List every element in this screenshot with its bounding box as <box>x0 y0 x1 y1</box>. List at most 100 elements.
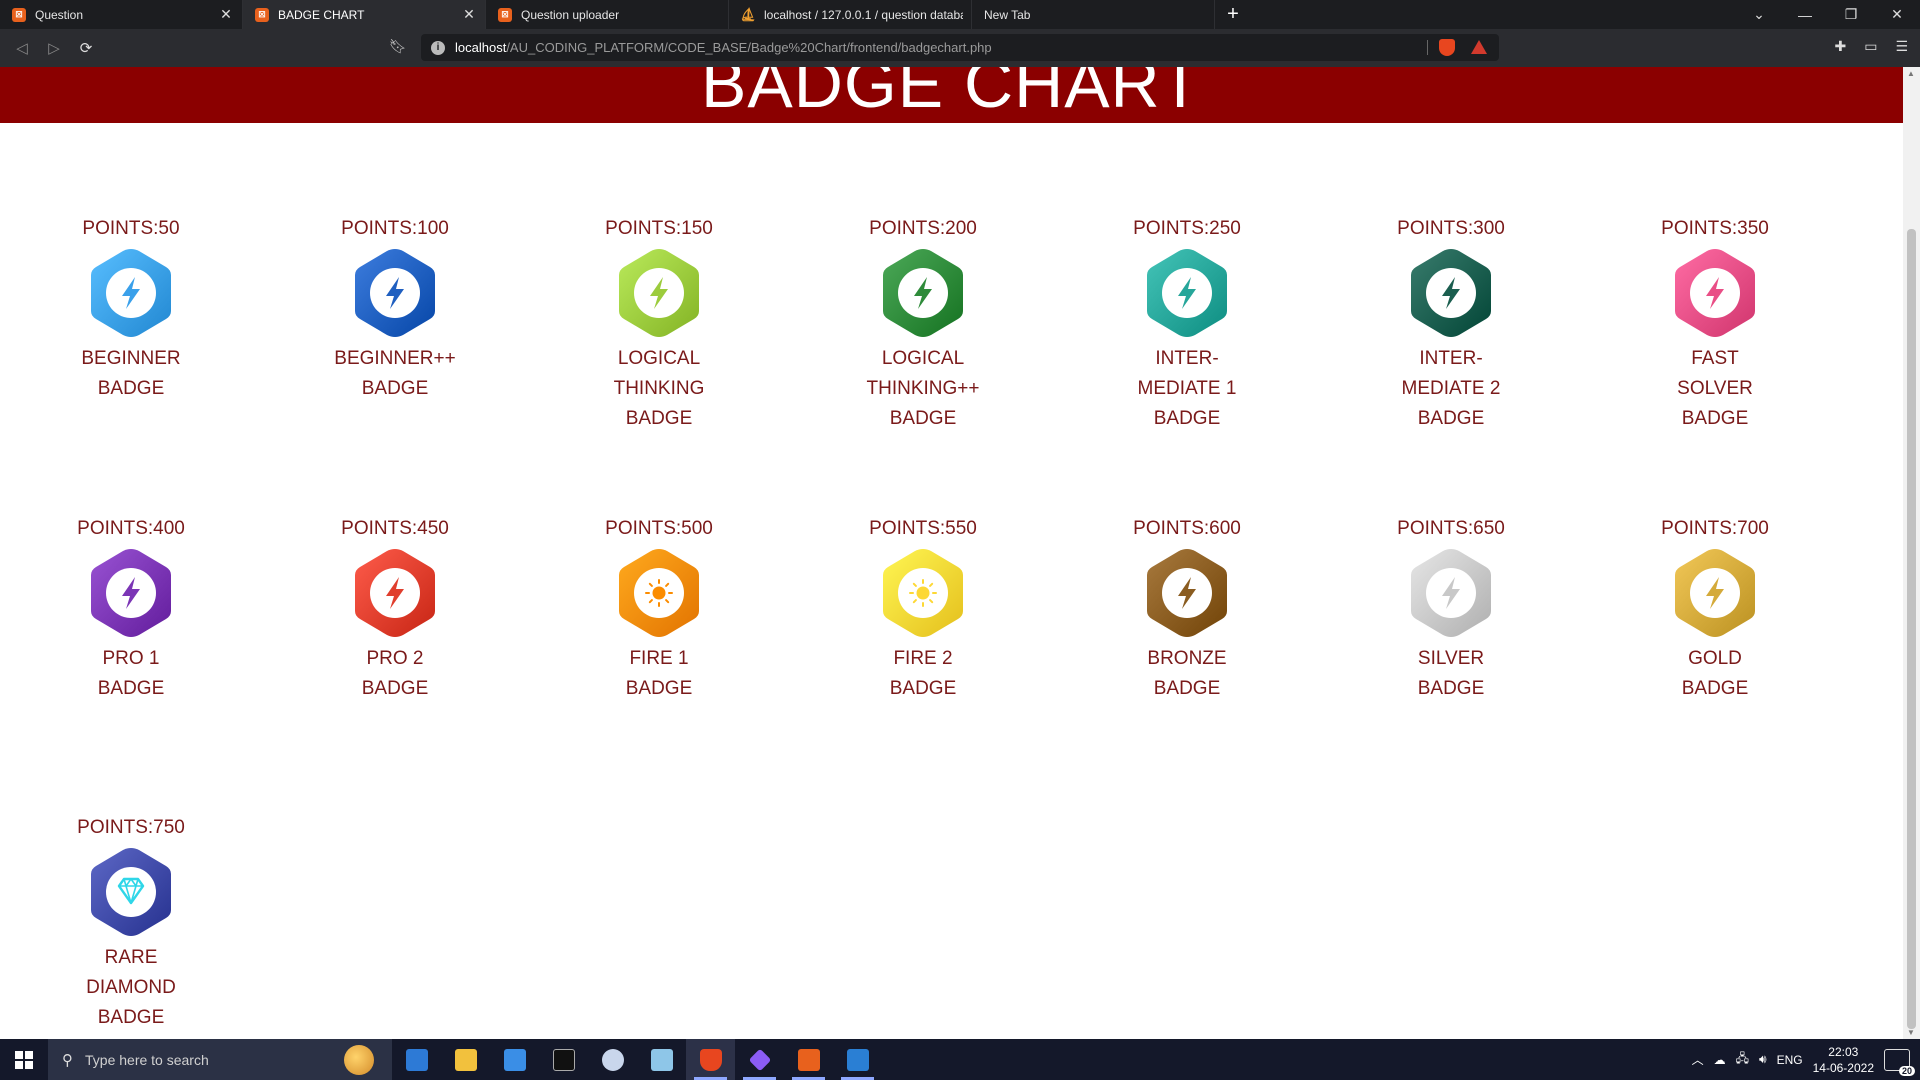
page-viewport: BADGE CHART POINTS:50 BEGINNER BADGE POINTS… <box>0 67 1903 1039</box>
badge-points: POINTS:600 <box>1133 518 1241 539</box>
scrollbar-thumb[interactable] <box>1907 229 1916 1029</box>
minimize-button[interactable]: — <box>1782 7 1828 23</box>
notepad-icon[interactable] <box>637 1039 686 1080</box>
restore-button[interactable]: ❐ <box>1828 6 1874 23</box>
onedrive-icon[interactable]: ☁ <box>1714 1053 1726 1067</box>
clock[interactable]: 22:03 14-06-2022 <box>1813 1044 1874 1076</box>
bookmark-icon[interactable]: 🔖︎ <box>389 38 407 55</box>
badge-name-line: FIRE 1 <box>629 648 689 669</box>
xampp-icon[interactable] <box>784 1039 833 1080</box>
badge-name-line: RARE <box>104 947 158 968</box>
tab-title: BADGE CHART <box>278 7 365 22</box>
close-tab-icon[interactable]: ✕ <box>461 6 477 23</box>
language-indicator[interactable]: ENG <box>1777 1053 1803 1067</box>
badge-card: POINTS:600 BRONZE BADGE <box>1087 517 1287 704</box>
badge-points: POINTS:400 <box>77 518 185 539</box>
browser-tab[interactable]: ⊠ Question uploader <box>486 0 729 29</box>
browser-tab[interactable]: ⊠ Question ✕ <box>0 0 243 29</box>
wallet-icon[interactable]: ▭ <box>1864 38 1877 55</box>
reload-button[interactable]: ⟳ <box>70 39 102 57</box>
windows-taskbar: ⚲ Type here to search ︿ ☁ 🖧︎ 🔊︎ ENG 22:0… <box>0 1039 1920 1080</box>
close-tab-icon[interactable]: ✕ <box>218 6 234 23</box>
git-gui-icon[interactable] <box>735 1039 784 1080</box>
clock-date: 14-06-2022 <box>1812 1060 1874 1075</box>
notification-center-button[interactable]: 20 <box>1884 1048 1915 1076</box>
badge-name-line: BADGE <box>1417 678 1485 699</box>
badge-icon <box>91 249 171 337</box>
badge-name-line: BADGE <box>1417 408 1485 429</box>
badge-icon <box>355 549 435 637</box>
badge-card: POINTS:700 GOLD BADGE <box>1615 517 1815 704</box>
file-explorer-icon[interactable] <box>441 1039 490 1080</box>
badge-points: POINTS:200 <box>869 218 977 239</box>
browser-tab[interactable]: ⛵︎ localhost / 127.0.0.1 / question datab… <box>729 0 972 29</box>
badge-name-line: BADGE <box>97 1007 165 1028</box>
badge-points: POINTS:350 <box>1661 218 1769 239</box>
badge-name-line: BADGE <box>625 408 693 429</box>
badge-points: POINTS:450 <box>341 518 449 539</box>
badge-name: BRONZE BADGE <box>1087 644 1287 704</box>
badge-card: POINTS:350 FAST SOLVER BADGE <box>1615 217 1815 434</box>
browser-tab[interactable]: ⊠ BADGE CHART ✕ <box>243 0 486 29</box>
vscode-icon[interactable] <box>833 1039 882 1080</box>
badge-card: POINTS:500 FIRE 1 BADGE <box>559 517 759 704</box>
badge-name-line: LOGICAL <box>617 348 701 369</box>
scroll-down-arrow[interactable]: ▼ <box>1907 1028 1915 1037</box>
brave-browser-icon[interactable] <box>686 1039 735 1080</box>
page-scrollbar[interactable]: ▲ ▼ <box>1903 67 1920 1039</box>
network-icon[interactable]: 🖧︎ <box>1736 1049 1749 1070</box>
tab-title: Question uploader <box>521 7 620 22</box>
badge-card: POINTS:650 SILVER BADGE <box>1351 517 1551 704</box>
browser-tab-strip: ⊠ Question ✕ ⊠ BADGE CHART ✕ ⊠ Question uploade… <box>0 0 1920 29</box>
url-path: /AU_CODING_PLATFORM/CODE_BASE/Badge%20Ch… <box>506 40 992 55</box>
badge-card: POINTS:750 RARE DIAMOND BADGE <box>31 816 231 1033</box>
badge-name: PRO 1 BADGE <box>31 644 231 704</box>
badge-name-line: BADGE <box>361 378 429 399</box>
forward-button[interactable]: ▷ <box>38 39 70 57</box>
badge-card: POINTS:450 PRO 2 BADGE <box>295 517 495 704</box>
xampp-icon: ⊠ <box>255 7 269 22</box>
brave-shields-icon[interactable] <box>1439 39 1455 56</box>
badge-icon <box>1411 549 1491 637</box>
badge-name: INTER- MEDIATE 2 BADGE <box>1351 344 1551 434</box>
terminal-icon[interactable] <box>539 1039 588 1080</box>
badge-points: POINTS:250 <box>1133 218 1241 239</box>
badge-name: FIRE 2 BADGE <box>823 644 1023 704</box>
task-view-icon[interactable] <box>392 1039 441 1080</box>
url-host: localhost <box>455 40 507 55</box>
browser-tab[interactable]: New Tab <box>972 0 1215 29</box>
badge-points: POINTS:750 <box>77 817 185 838</box>
close-window-button[interactable]: ✕ <box>1874 6 1920 23</box>
menu-icon[interactable]: ☰ <box>1895 38 1908 55</box>
badge-name-line: PRO 2 <box>366 648 424 669</box>
search-highlight-icon[interactable] <box>344 1045 374 1075</box>
new-tab-button[interactable]: + <box>1215 0 1251 29</box>
site-info-icon[interactable]: i <box>431 40 445 55</box>
badge-name-line: BADGE <box>1681 408 1749 429</box>
start-button[interactable] <box>0 1039 48 1080</box>
paint-icon[interactable] <box>588 1039 637 1080</box>
badge-card: POINTS:50 BEGINNER BADGE <box>31 217 231 404</box>
badge-icon <box>91 848 171 936</box>
badge-icon <box>1675 249 1755 337</box>
address-bar[interactable]: i localhost/AU_CODING_PLATFORM/CODE_BASE… <box>421 34 1499 61</box>
badge-name-line: GOLD <box>1688 648 1742 669</box>
volume-icon[interactable]: 🔊︎ <box>1759 1052 1767 1067</box>
badge-card: POINTS:250 INTER- MEDIATE 1 BADGE <box>1087 217 1287 434</box>
microsoft-store-icon[interactable] <box>490 1039 539 1080</box>
extensions-icon[interactable]: ✚ <box>1834 38 1846 55</box>
brave-rewards-icon[interactable] <box>1471 40 1487 54</box>
badge-name-line: THINKING++ <box>866 378 980 399</box>
scroll-up-arrow[interactable]: ▲ <box>1907 69 1915 78</box>
windows-logo-icon <box>15 1050 33 1069</box>
badge-name-line: BEGINNER <box>81 348 181 369</box>
badge-icon <box>1147 549 1227 637</box>
badge-name-line: BADGE <box>889 678 957 699</box>
taskbar-search-box[interactable]: ⚲ Type here to search <box>48 1039 392 1080</box>
back-button[interactable]: ◁ <box>6 39 38 57</box>
badge-name-line: FIRE 2 <box>893 648 953 669</box>
tray-overflow-icon[interactable]: ︿ <box>1692 1051 1704 1068</box>
badge-points: POINTS:650 <box>1397 518 1505 539</box>
tab-search-icon[interactable]: ⌄ <box>1736 6 1782 23</box>
badge-name: PRO 2 BADGE <box>295 644 495 704</box>
